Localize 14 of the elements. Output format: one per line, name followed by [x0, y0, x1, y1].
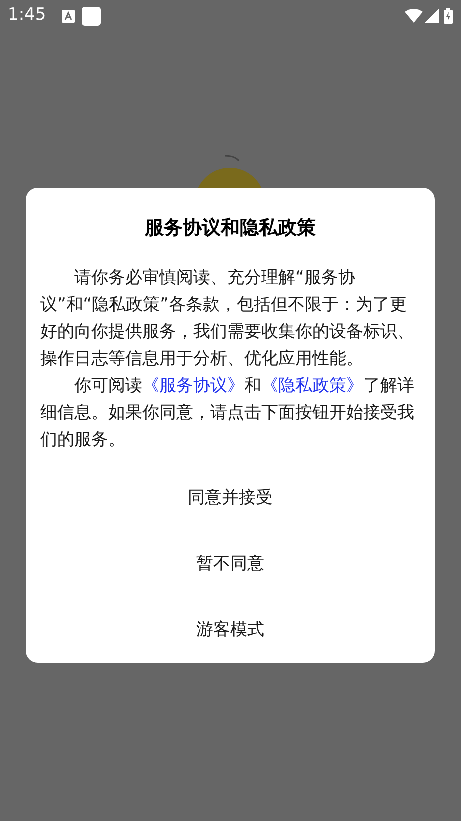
dialog-button[interactable]: 暂不同意	[80, 532, 380, 598]
app-notification-icon	[82, 6, 102, 26]
dialog-button[interactable]: 同意并接受	[80, 466, 380, 532]
service-agreement-link[interactable]: 《服务协议》	[142, 376, 244, 396]
signal-icon	[425, 9, 439, 23]
battery-icon	[444, 8, 453, 24]
agreement-paragraph: 请你务必审慎阅读、充分理解“服务协议”和“隐私政策”各条款，包括但不限于：为了更好的向你提供服务，我们需要收集你的设备标识、操作日志等信息用于分析、优化应用性能。	[40, 267, 416, 371]
agreement-paragraph: 你可阅读《服务协议》和《隐私政策》了解详细信息。如果你同意，请点击下面按钮开始接受我们的服务。	[40, 375, 416, 452]
dialog-button[interactable]: 游客模式	[80, 598, 380, 664]
dialog-title: 服务协议和隐私政策	[145, 216, 316, 241]
privacy-policy-link[interactable]: 《隐私政策》	[262, 376, 364, 396]
wifi-icon	[405, 9, 423, 23]
status-time: 1:45	[8, 4, 46, 28]
keyboard-notification-icon	[62, 10, 76, 22]
